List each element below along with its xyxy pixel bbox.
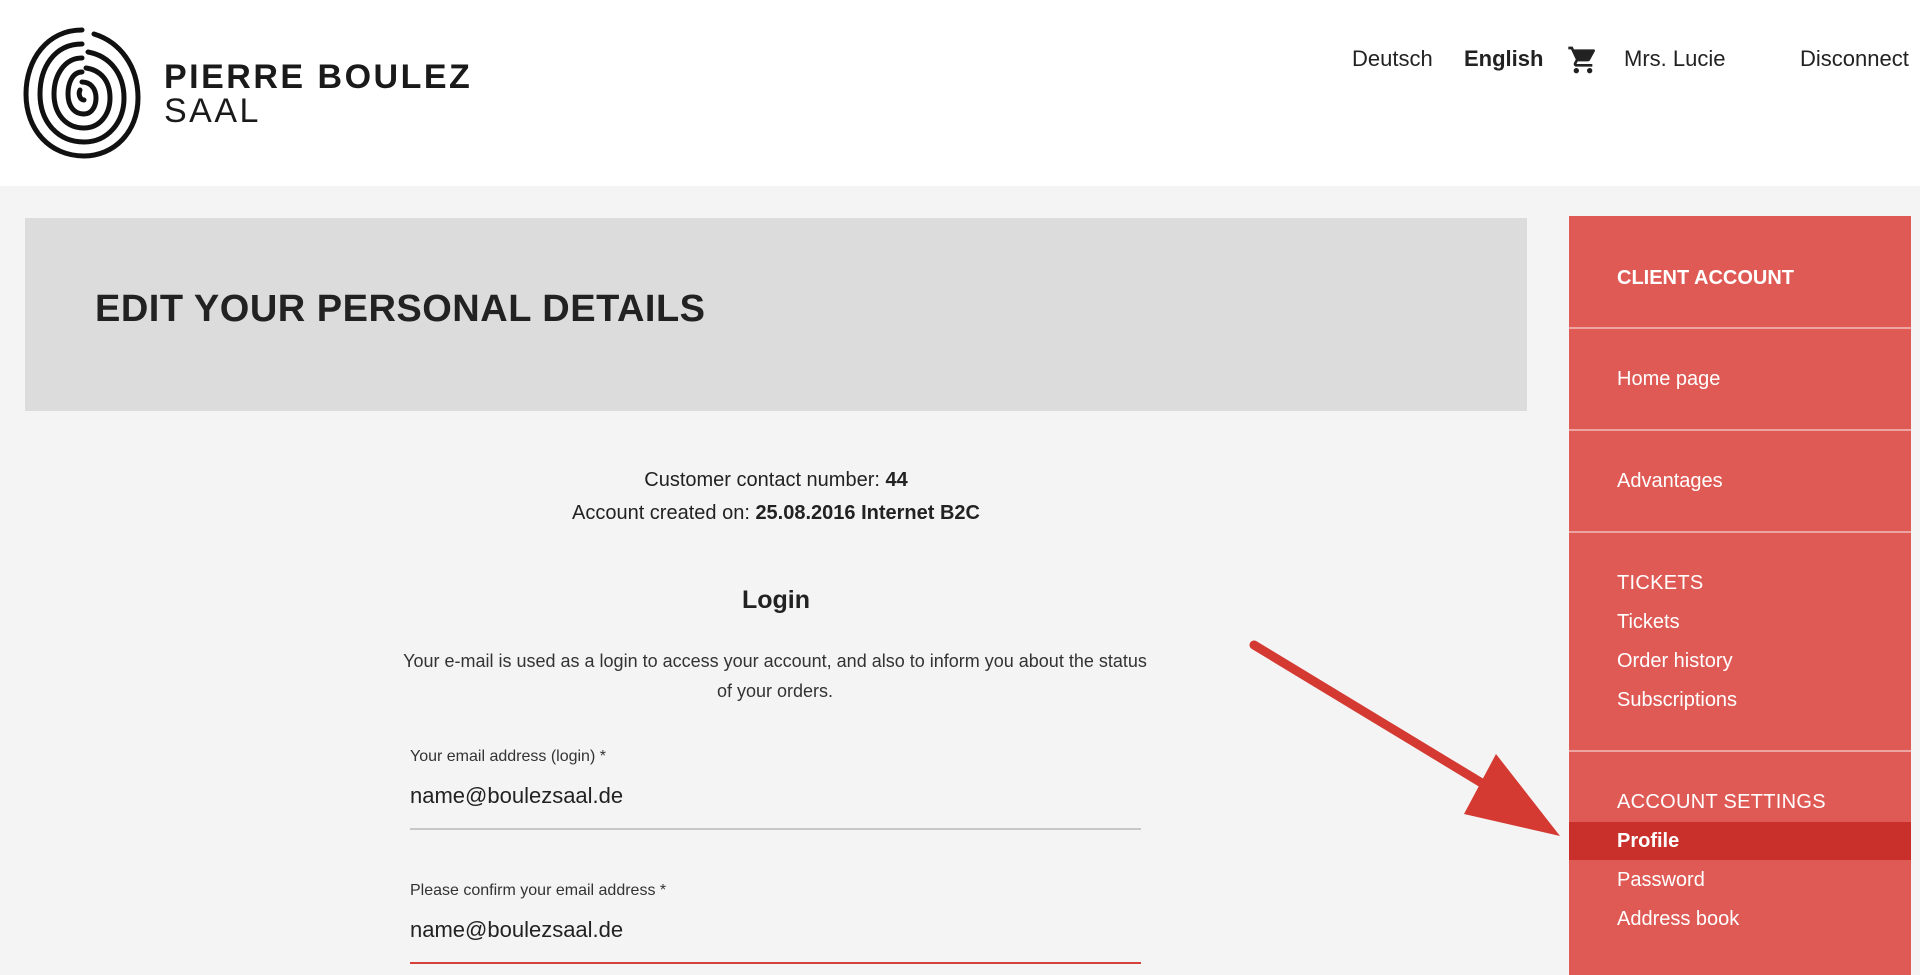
sidebar-heading-client-account: CLIENT ACCOUNT [1617,267,1795,289]
account-created-label: Account created on: [571,502,750,524]
client-account-sidebar: CLIENT ACCOUNT Home page Advantages TICK… [1569,216,1911,975]
sidebar-divider [1569,531,1911,533]
brand-name-line2: SAAL [164,92,261,130]
customer-contact-line: Customer contact number: 44 [25,469,1527,492]
sidebar-item-profile[interactable]: Profile [1617,830,1679,853]
sidebar-item-password[interactable]: Password [1617,869,1705,892]
sidebar-item-advantages[interactable]: Advantages [1617,470,1723,493]
sidebar-item-home-page[interactable]: Home page [1617,368,1720,391]
login-heading: Login [741,586,811,614]
email-field[interactable] [410,776,1140,816]
sidebar-item-subscriptions[interactable]: Subscriptions [1617,689,1737,712]
email-field-label: Your email address (login) * [410,748,606,765]
disconnect-link[interactable]: Disconnect [1800,46,1909,76]
sidebar-section-tickets: TICKETS [1617,572,1704,594]
sidebar-section-account-settings: ACCOUNT SETTINGS [1617,791,1826,813]
sidebar-divider [1569,750,1911,752]
confirm-email-field-underline [410,962,1141,964]
sidebar-item-address-book[interactable]: Address book [1617,908,1739,931]
sidebar-item-tickets[interactable]: Tickets [1617,611,1680,634]
account-created-line: Account created on: 25.08.2016 Internet … [25,502,1527,525]
customer-contact-label: Customer contact number: [644,469,880,491]
account-created-value: 25.08.2016 Internet B2C [755,502,980,524]
shopping-cart-icon[interactable] [1566,44,1600,76]
confirm-email-field-label: Please confirm your email address * [410,882,667,899]
email-field-underline [410,828,1141,830]
confirm-email-field[interactable] [410,910,1140,950]
sidebar-divider [1569,429,1911,431]
page-title: EDIT YOUR PERSONAL DETAILS [95,288,706,330]
sidebar-divider [1569,327,1911,329]
sidebar-item-order-history[interactable]: Order history [1617,650,1733,673]
user-account-link[interactable]: Mrs. Lucie [1624,46,1725,76]
customer-contact-value: 44 [885,469,908,491]
site-header: PIERRE BOULEZ SAAL Deutsch English Mrs. … [0,0,1920,186]
fingerprint-logo-icon[interactable] [22,22,142,162]
language-english-link[interactable]: English [1464,46,1543,76]
annotation-arrow-icon [1249,640,1560,836]
login-description: Your e-mail is used as a login to access… [403,651,1147,701]
language-deutsch-link[interactable]: Deutsch [1352,46,1433,76]
